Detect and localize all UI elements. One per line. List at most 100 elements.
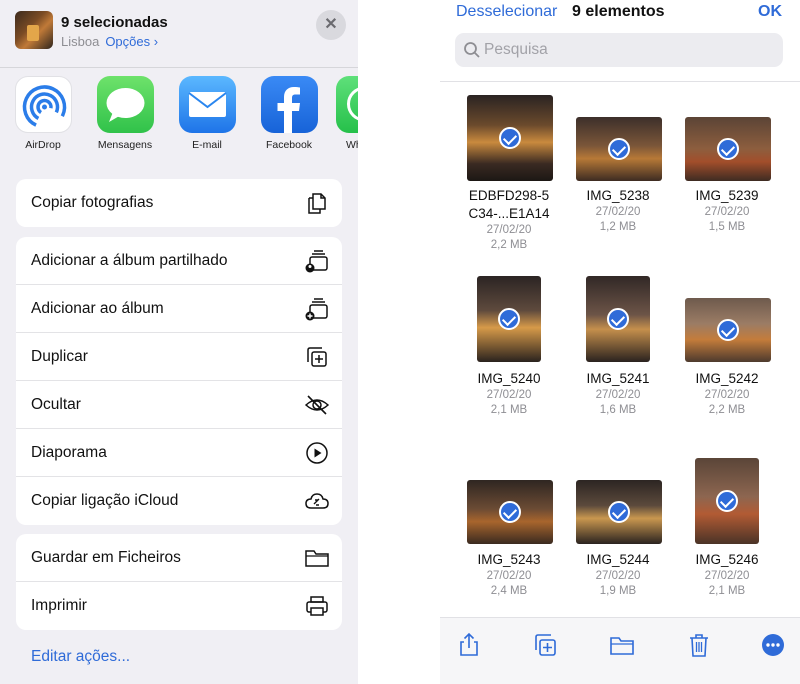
checkmark-icon (717, 138, 739, 160)
action-label: Imprimir (31, 597, 87, 614)
action-duplicate[interactable]: Duplicar (16, 333, 342, 381)
file-name: IMG_5238 (586, 188, 650, 203)
file-size: 1,6 MB (599, 404, 637, 416)
share-sheet-header: 9 selecionadas Lisboa Opções › ✕ (0, 0, 358, 67)
app-messages[interactable]: Mensagens (90, 76, 160, 151)
file-thumbnail (576, 480, 662, 544)
play-icon (306, 442, 328, 464)
action-copy-icloud-link[interactable]: Copiar ligação iCloud (16, 477, 342, 525)
file-size: 2,2 MB (490, 239, 528, 251)
checkmark-icon (499, 501, 521, 523)
share-apps-row: AirDrop Mensagens E-mail Facebook W (0, 76, 358, 156)
files-topbar: Desselecionar 9 elementos OK (440, 0, 800, 26)
file-thumbnail (467, 480, 553, 544)
add-album-icon (305, 298, 328, 321)
file-name: IMG_5241 (586, 371, 650, 386)
search-icon (464, 42, 480, 58)
location-label: Lisboa (61, 34, 100, 49)
edit-actions-link[interactable]: Editar ações... (31, 648, 130, 666)
file-thumbnail (586, 276, 650, 362)
action-slideshow[interactable]: Diaporama (16, 429, 342, 477)
checkmark-icon (608, 501, 630, 523)
file-size: 1,9 MB (599, 585, 637, 597)
app-whatsapp[interactable]: Wh (336, 76, 358, 151)
app-facebook[interactable]: Facebook (254, 76, 324, 151)
file-name: IMG_5244 (586, 552, 650, 567)
messages-icon (96, 76, 154, 133)
printer-icon (306, 596, 328, 616)
icloud-link-icon (305, 493, 329, 509)
app-label: Facebook (265, 139, 313, 151)
files-title: 9 elementos (572, 3, 665, 20)
deselect-button[interactable]: Desselecionar (456, 3, 557, 21)
file-name: IMG_5239 (695, 188, 759, 203)
file-date: 27/02/20 (486, 389, 532, 401)
file-name: IMG_5246 (695, 552, 759, 567)
shared-album-icon (305, 250, 328, 273)
app-mail[interactable]: E-mail (172, 76, 242, 151)
checkmark-icon (716, 490, 738, 512)
app-label: AirDrop (25, 139, 61, 151)
action-label: Copiar ligação iCloud (31, 492, 179, 509)
file-thumbnail (477, 276, 541, 362)
search-input[interactable]: Pesquisa (455, 33, 783, 67)
file-name: IMG_5243 (477, 552, 541, 567)
file-date: 27/02/20 (595, 389, 641, 401)
copy-icon (308, 193, 326, 214)
action-label: Adicionar ao álbum (31, 300, 164, 317)
checkmark-icon (607, 308, 629, 330)
action-save-to-files[interactable]: Guardar em Ficheiros (16, 534, 342, 582)
selection-thumbnail (15, 11, 53, 49)
action-add-shared-album[interactable]: Adicionar a álbum partilhado (16, 237, 342, 285)
file-info: IMG_5242 27/02/20 2,2 MB (673, 370, 781, 418)
airdrop-icon (14, 76, 72, 133)
whatsapp-icon (336, 76, 358, 133)
share-sheet-title: 9 selecionadas (61, 14, 168, 31)
duplicate-icon[interactable] (532, 632, 558, 658)
file-thumbnail (685, 298, 771, 362)
action-add-album[interactable]: Adicionar ao álbum (16, 285, 342, 333)
file-name: IMG_5240 (477, 371, 541, 386)
file-size: 2,4 MB (490, 585, 528, 597)
file-info: IMG_5241 27/02/20 1,6 MB (564, 370, 672, 418)
folder-icon[interactable] (609, 632, 635, 658)
file-date: 27/02/20 (704, 206, 750, 218)
file-info: IMG_5244 27/02/20 1,9 MB (564, 551, 672, 599)
trash-icon[interactable] (686, 632, 712, 658)
action-label: Ocultar (31, 396, 81, 413)
duplicate-icon (307, 347, 327, 367)
topbar-divider (440, 81, 800, 82)
more-icon[interactable] (760, 632, 786, 658)
checkmark-icon (499, 127, 521, 149)
file-info: EDBFD298-5 C34-...E1A14 27/02/20 2,2 MB (455, 187, 563, 253)
close-button[interactable]: ✕ (316, 10, 346, 40)
files-browser: Desselecionar 9 elementos OK Pesquisa ED… (440, 0, 800, 684)
checkmark-icon (608, 138, 630, 160)
file-date: 27/02/20 (704, 570, 750, 582)
checkmark-icon (498, 308, 520, 330)
file-name: IMG_5242 (695, 371, 759, 386)
file-thumbnail (467, 95, 553, 181)
app-airdrop[interactable]: AirDrop (8, 76, 78, 151)
share-icon[interactable] (456, 632, 482, 658)
options-link[interactable]: Opções › (105, 34, 158, 49)
action-copy-photos[interactable]: Copiar fotografias (16, 179, 342, 227)
action-label: Duplicar (31, 348, 88, 365)
file-thumbnail (695, 458, 759, 544)
app-label: E-mail (192, 139, 222, 151)
actions-group-album: Adicionar a álbum partilhado Adicionar a… (16, 237, 342, 525)
file-date: 27/02/20 (595, 570, 641, 582)
action-hide[interactable]: Ocultar (16, 381, 342, 429)
file-size: 2,2 MB (708, 404, 746, 416)
file-date: 27/02/20 (595, 206, 641, 218)
checkmark-icon (717, 319, 739, 341)
file-info: IMG_5238 27/02/20 1,2 MB (564, 187, 672, 235)
folder-icon (305, 550, 329, 567)
file-thumbnail (576, 117, 662, 181)
hide-icon (304, 395, 330, 415)
action-label: Copiar fotografias (31, 194, 154, 211)
ok-button[interactable]: OK (758, 3, 782, 21)
file-size: 1,5 MB (708, 221, 746, 233)
close-icon: ✕ (324, 16, 338, 33)
action-print[interactable]: Imprimir (16, 582, 342, 630)
